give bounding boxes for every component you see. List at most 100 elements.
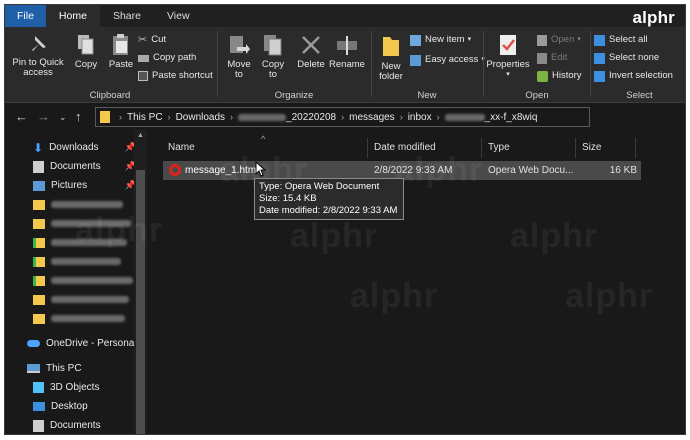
breadcrumb-messages[interactable]: messages — [349, 112, 395, 123]
chevron-right-icon: › — [399, 112, 403, 122]
nav-item-redacted-folder[interactable] — [5, 252, 148, 271]
new-group-label: New — [417, 90, 437, 101]
new-folder-label: New folder — [379, 61, 403, 82]
nav-scrollbar-thumb[interactable] — [136, 170, 145, 434]
move-to-button[interactable]: Move to — [223, 33, 255, 80]
paste-shortcut-label: Paste shortcut — [152, 70, 213, 81]
nav-item-redacted-folder[interactable] — [5, 309, 148, 328]
open-icon — [537, 34, 547, 46]
nav-item-label: Downloads — [49, 142, 99, 153]
column-header-type[interactable]: Type — [482, 138, 576, 158]
move-to-label: Move to — [227, 59, 251, 80]
folder-icon — [33, 313, 45, 324]
address-folder-icon — [100, 111, 110, 123]
organize-group-label: Organize — [274, 90, 314, 101]
easy-access-icon — [410, 54, 421, 66]
up-arrow-icon[interactable]: ↑ — [75, 108, 82, 126]
ribbon: Pin to Quick access Copy Paste ✂ Cut Cop… — [5, 27, 685, 103]
copy-button[interactable]: Copy — [69, 33, 103, 70]
nav-item-label: 3D Objects — [50, 382, 100, 393]
copy-to-button[interactable]: Copy to — [257, 33, 289, 80]
ribbon-divider — [371, 31, 372, 97]
ribbon-divider — [217, 31, 218, 97]
nav-item-redacted-folder[interactable] — [5, 271, 148, 290]
edit-button[interactable]: Edit — [537, 50, 567, 66]
rename-icon — [337, 36, 357, 55]
scroll-up-icon[interactable]: ▲ — [137, 132, 144, 139]
open-group-label: Open — [525, 90, 549, 101]
easy-access-button[interactable]: Easy access ▾ — [410, 52, 485, 68]
invert-selection-button[interactable]: Invert selection — [594, 68, 673, 84]
open-button[interactable]: Open ▾ — [537, 32, 581, 48]
nav-item-documents-pc[interactable]: Documents — [5, 416, 148, 434]
history-label: History — [552, 70, 582, 81]
dropdown-arrow-icon: ▾ — [467, 36, 472, 43]
alphr-watermark: alphr — [395, 151, 484, 189]
breadcrumb-downloads[interactable]: Downloads — [176, 112, 225, 123]
3d-objects-icon — [33, 382, 44, 393]
copy-path-button[interactable]: Copy path — [138, 50, 196, 66]
redacted-text — [238, 113, 287, 121]
ribbon-tabs: File Home Share View — [5, 5, 685, 27]
edit-label: Edit — [551, 52, 568, 63]
tab-home[interactable]: Home — [45, 5, 100, 27]
back-arrow-icon[interactable]: ← — [15, 108, 28, 126]
recent-locations-chevron-icon[interactable]: ⌄ — [59, 108, 67, 126]
navigation-pane: ⬇ Downloads 📌 Documents 📌 Pictures 📌 One… — [5, 130, 148, 434]
select-all-button[interactable]: Select all — [594, 32, 648, 48]
tab-share[interactable]: Share — [100, 5, 154, 27]
file-tooltip: Type: Opera Web Document Size: 15.4 KB D… — [254, 178, 404, 220]
select-all-icon — [594, 34, 605, 46]
copy-icon — [78, 35, 94, 55]
select-none-icon — [594, 52, 605, 64]
nav-item-downloads[interactable]: ⬇ Downloads 📌 — [5, 138, 148, 157]
properties-icon — [500, 35, 516, 55]
redacted-text — [51, 296, 129, 303]
folder-icon — [33, 199, 45, 210]
delete-button[interactable]: Delete — [295, 33, 327, 70]
copy-label: Copy — [74, 59, 98, 70]
file-size: 16 KB — [609, 165, 637, 176]
organize-group: Move to Copy to Delete Rename Organize — [219, 27, 369, 103]
select-group-label: Select — [626, 90, 653, 101]
nav-item-pictures[interactable]: Pictures 📌 — [5, 176, 148, 195]
nav-scrollbar[interactable]: ▲ — [134, 130, 147, 434]
pin-to-quick-access-button[interactable]: Pin to Quick access — [9, 33, 67, 78]
breadcrumb-conversation-folder[interactable]: _xx-f_x8wiq — [485, 112, 538, 123]
new-folder-button[interactable]: New folder — [375, 33, 407, 82]
alphr-watermark: alphr — [290, 217, 379, 255]
nav-item-this-pc[interactable]: This PC — [5, 359, 148, 378]
forward-arrow-icon[interactable]: → — [37, 108, 50, 126]
paste-shortcut-button[interactable]: Paste shortcut — [138, 68, 213, 84]
download-arrow-icon: ⬇ — [33, 140, 44, 155]
nav-item-3d-objects[interactable]: 3D Objects — [5, 378, 148, 397]
tab-view[interactable]: View — [154, 5, 203, 27]
new-item-button[interactable]: New item ▾ — [410, 32, 471, 48]
address-bar[interactable]: › This PC › Downloads › _20220208 › mess… — [95, 107, 590, 127]
breadcrumb-inbox[interactable]: inbox — [408, 112, 432, 123]
tab-file[interactable]: File — [5, 5, 46, 27]
nav-item-desktop[interactable]: Desktop — [5, 397, 148, 416]
breadcrumb-this-pc[interactable]: This PC — [127, 112, 163, 123]
cloud-icon — [27, 340, 40, 347]
nav-item-documents[interactable]: Documents 📌 — [5, 157, 148, 176]
cut-button[interactable]: ✂ Cut — [138, 32, 166, 48]
properties-button[interactable]: Properties ▾ — [485, 33, 531, 80]
new-group: New folder New item ▾ Easy access ▾ New — [373, 27, 485, 103]
history-button[interactable]: History — [537, 68, 582, 84]
nav-item-label: Desktop — [51, 401, 88, 412]
nav-item-onedrive[interactable]: OneDrive - Personal — [5, 334, 148, 353]
file-type: Opera Web Docu... — [488, 165, 574, 176]
select-none-button[interactable]: Select none — [594, 50, 659, 66]
properties-label: Properties — [486, 59, 530, 70]
column-header-size[interactable]: Size — [576, 138, 636, 158]
redacted-text — [444, 113, 485, 121]
folder-icon — [33, 294, 45, 305]
breadcrumb-download-folder[interactable]: _20220208 — [286, 112, 336, 123]
nav-item-redacted-folder[interactable] — [5, 290, 148, 309]
paste-button[interactable]: Paste — [104, 33, 138, 70]
chevron-right-icon: › — [230, 112, 234, 122]
rename-button[interactable]: Rename — [329, 33, 365, 70]
dropdown-arrow-icon: ▾ — [577, 36, 581, 43]
new-item-icon — [410, 34, 421, 46]
